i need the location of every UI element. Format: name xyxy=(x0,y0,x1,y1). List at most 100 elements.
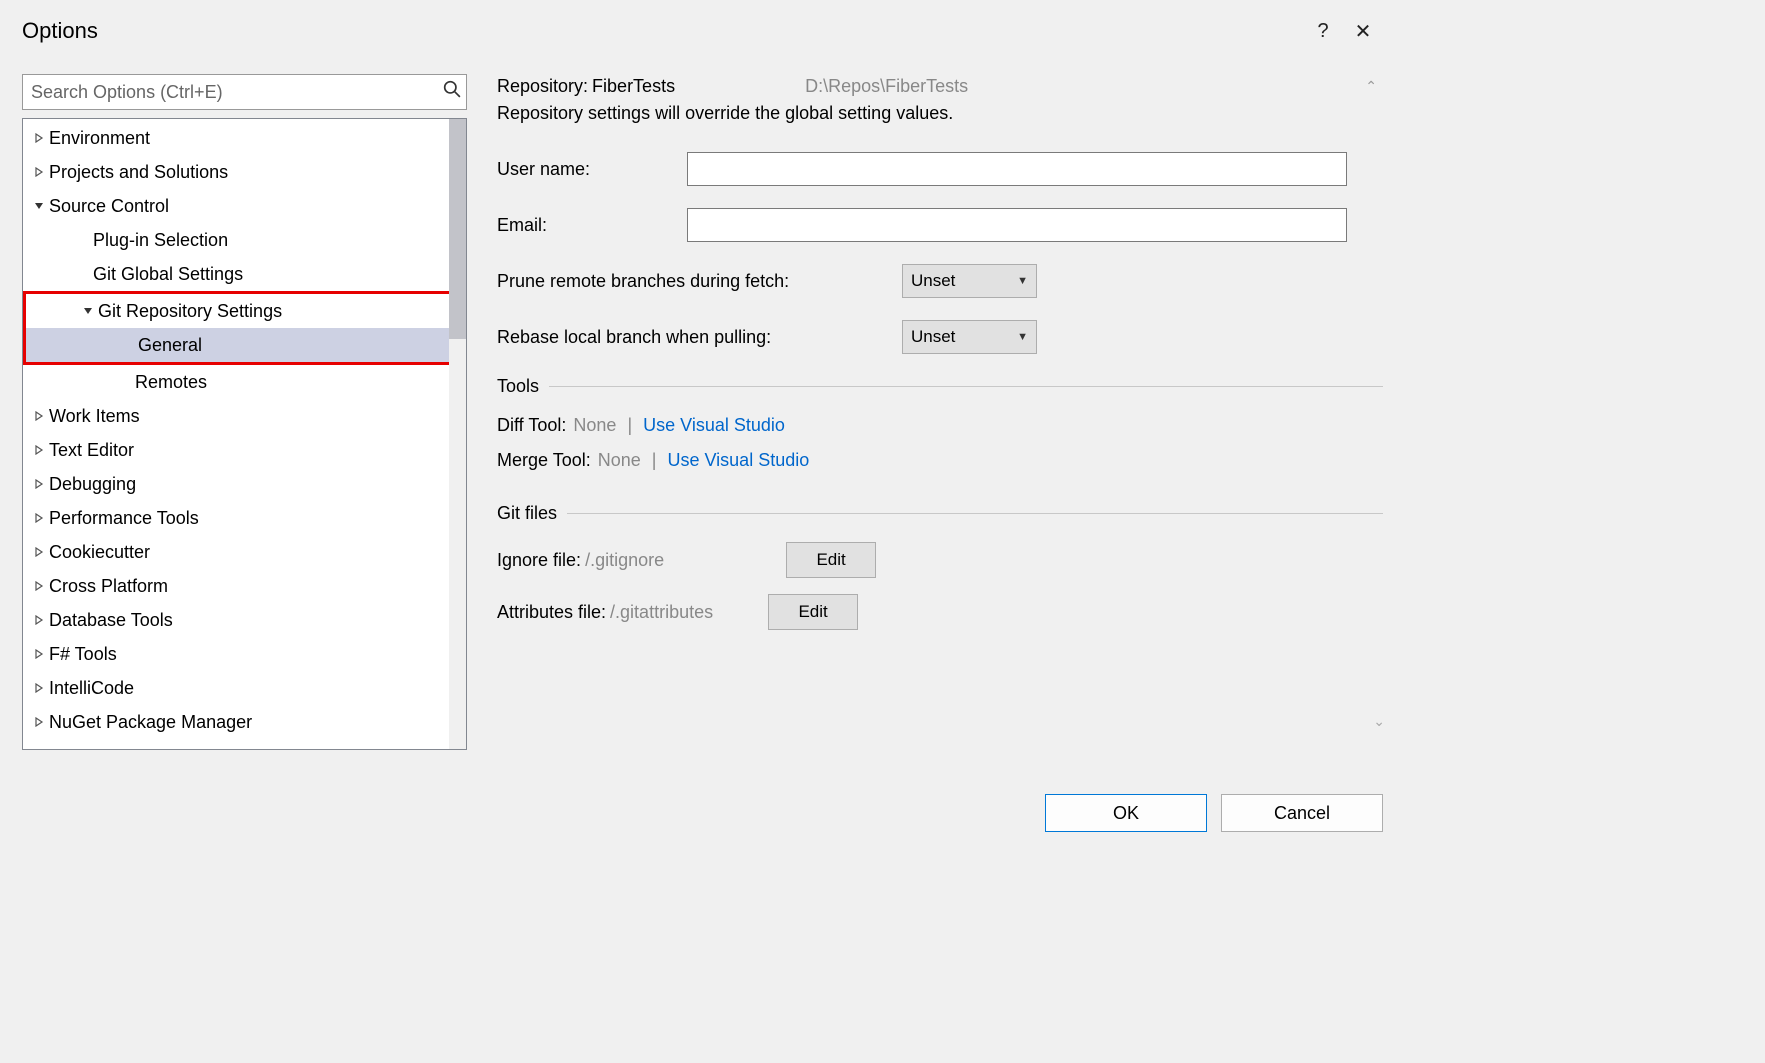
diff-tool-line: Diff Tool: None | Use Visual Studio xyxy=(497,415,1383,436)
tree-item-text-editor[interactable]: Text Editor xyxy=(23,433,466,467)
collapse-icon[interactable] xyxy=(78,306,98,316)
tree-label: Plug-in Selection xyxy=(93,231,228,249)
settings-pane: Repository: FiberTests D:\Repos\FiberTes… xyxy=(497,74,1383,750)
repo-desc: Repository settings will override the gl… xyxy=(497,103,1383,124)
repo-name: FiberTests xyxy=(592,76,675,97)
select-value: Unset xyxy=(911,271,955,291)
nav-tree[interactable]: Environment Projects and Solutions Sourc… xyxy=(22,118,467,750)
tree-label: NuGet Package Manager xyxy=(49,713,252,731)
tree-label: Cross Platform xyxy=(49,577,168,595)
tree-label: Cookiecutter xyxy=(49,543,150,561)
tree-item-database-tools[interactable]: Database Tools xyxy=(23,603,466,637)
expand-icon[interactable] xyxy=(29,513,49,523)
tree-label: Git Global Settings xyxy=(93,265,243,283)
tree-label: Performance Tools xyxy=(49,509,199,527)
rebase-select[interactable]: Unset ▼ xyxy=(902,320,1037,354)
tree-item-projects[interactable]: Projects and Solutions xyxy=(23,155,466,189)
expand-icon[interactable] xyxy=(29,411,49,421)
tree-item-fsharp-tools[interactable]: F# Tools xyxy=(23,637,466,671)
section-label: Tools xyxy=(497,376,539,397)
dialog-body: Environment Projects and Solutions Sourc… xyxy=(22,74,1383,750)
expand-icon[interactable] xyxy=(29,547,49,557)
tree-scrollbar[interactable] xyxy=(449,119,466,749)
expand-icon[interactable] xyxy=(29,479,49,489)
tree-item-source-control[interactable]: Source Control xyxy=(23,189,466,223)
row-prune: Prune remote branches during fetch: Unse… xyxy=(497,264,1383,298)
divider xyxy=(567,513,1383,514)
tree-label: Projects and Solutions xyxy=(49,163,228,181)
ok-button[interactable]: OK xyxy=(1045,794,1207,832)
tree-item-cross-platform[interactable]: Cross Platform xyxy=(23,569,466,603)
search-wrapper xyxy=(22,74,467,110)
expand-icon[interactable] xyxy=(29,615,49,625)
expand-icon[interactable] xyxy=(29,649,49,659)
ignore-file: /.gitignore xyxy=(585,550,664,571)
merge-tool-label: Merge Tool: xyxy=(497,450,591,470)
tree-item-nuget[interactable]: NuGet Package Manager xyxy=(23,705,466,739)
row-rebase: Rebase local branch when pulling: Unset … xyxy=(497,320,1383,354)
chevron-down-icon[interactable]: ⌄ xyxy=(1373,713,1385,730)
close-icon[interactable]: ✕ xyxy=(1343,19,1383,44)
tree-item-remotes[interactable]: Remotes xyxy=(23,365,466,399)
edit-attributes-button[interactable]: Edit xyxy=(768,594,858,630)
expand-icon[interactable] xyxy=(29,717,49,727)
highlighted-selection: Git Repository Settings General xyxy=(23,291,466,365)
email-input[interactable] xyxy=(687,208,1347,242)
repo-path: D:\Repos\FiberTests xyxy=(805,76,968,97)
left-pane: Environment Projects and Solutions Sourc… xyxy=(22,74,467,750)
collapse-icon[interactable] xyxy=(29,201,49,211)
merge-tool-value: None xyxy=(598,450,641,470)
tree-item-general[interactable]: General xyxy=(26,328,459,362)
tree-item-environment[interactable]: Environment xyxy=(23,121,466,155)
username-input[interactable] xyxy=(687,152,1347,186)
chevron-down-icon: ▼ xyxy=(1017,275,1028,287)
rebase-label: Rebase local branch when pulling: xyxy=(497,327,902,348)
options-dialog: Options ? ✕ Environment xyxy=(0,0,1405,850)
separator: | xyxy=(627,415,632,435)
tree-item-performance-tools[interactable]: Performance Tools xyxy=(23,501,466,535)
row-email: Email: xyxy=(497,208,1383,242)
ignore-file-row: Ignore file: /.gitignore Edit xyxy=(497,542,1383,578)
repo-label: Repository: xyxy=(497,76,588,97)
tree-item-work-items[interactable]: Work Items xyxy=(23,399,466,433)
section-gitfiles: Git files xyxy=(497,503,1383,524)
prune-select[interactable]: Unset ▼ xyxy=(902,264,1037,298)
diff-use-vs-link[interactable]: Use Visual Studio xyxy=(643,415,785,435)
dialog-footer: OK Cancel xyxy=(1045,794,1383,832)
tree-label: Remotes xyxy=(135,373,207,391)
expand-icon[interactable] xyxy=(29,581,49,591)
chevron-down-icon: ▼ xyxy=(1017,331,1028,343)
expand-icon[interactable] xyxy=(29,445,49,455)
expand-icon[interactable] xyxy=(29,683,49,693)
tree-label: Debugging xyxy=(49,475,136,493)
diff-tool-value: None xyxy=(573,415,616,435)
tree-label: General xyxy=(138,336,202,354)
row-username: User name: xyxy=(497,152,1383,186)
tree-item-cookiecutter[interactable]: Cookiecutter xyxy=(23,535,466,569)
tree-item-git-repo-settings[interactable]: Git Repository Settings xyxy=(26,294,459,328)
edit-ignore-button[interactable]: Edit xyxy=(786,542,876,578)
tree-label: Text Editor xyxy=(49,441,134,459)
select-value: Unset xyxy=(911,327,955,347)
tree-label: F# Tools xyxy=(49,645,117,663)
tree-item-plugin-selection[interactable]: Plug-in Selection xyxy=(23,223,466,257)
tree-item-intellicode[interactable]: IntelliCode xyxy=(23,671,466,705)
expand-icon[interactable] xyxy=(29,133,49,143)
search-input[interactable] xyxy=(22,74,467,110)
expand-icon[interactable] xyxy=(29,167,49,177)
tree-item-git-global[interactable]: Git Global Settings xyxy=(23,257,466,291)
chevron-up-icon[interactable]: ⌃ xyxy=(1365,78,1377,95)
tree-label: Environment xyxy=(49,129,150,147)
separator: | xyxy=(652,450,657,470)
prune-label: Prune remote branches during fetch: xyxy=(497,271,902,292)
help-icon[interactable]: ? xyxy=(1303,20,1343,43)
tree-label: Work Items xyxy=(49,407,140,425)
username-label: User name: xyxy=(497,159,687,180)
cancel-button[interactable]: Cancel xyxy=(1221,794,1383,832)
tree-label: Git Repository Settings xyxy=(98,302,282,320)
search-icon[interactable] xyxy=(443,80,461,103)
email-label: Email: xyxy=(497,215,687,236)
merge-use-vs-link[interactable]: Use Visual Studio xyxy=(667,450,809,470)
tree-item-debugging[interactable]: Debugging xyxy=(23,467,466,501)
scrollbar-thumb[interactable] xyxy=(449,119,466,339)
